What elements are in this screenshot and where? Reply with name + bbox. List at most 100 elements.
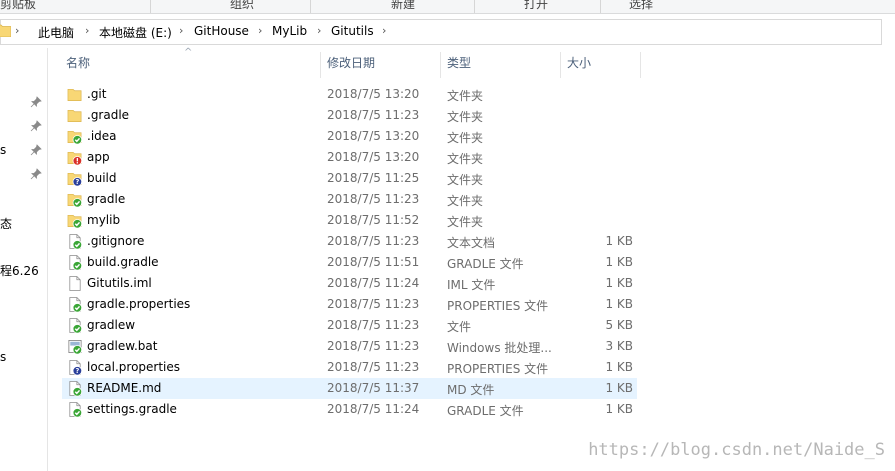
file-date: 2018/7/5 11:23 bbox=[327, 360, 420, 374]
ribbon-divider bbox=[310, 0, 311, 13]
breadcrumb-githouse[interactable]: GitHouse bbox=[194, 24, 249, 38]
column-header-size[interactable]: 大小 bbox=[567, 54, 591, 78]
file-type: MD 文件 bbox=[447, 383, 495, 397]
file-name: .gitignore bbox=[87, 234, 145, 248]
file-name: gradlew bbox=[87, 318, 136, 332]
ribbon-group-organize[interactable]: 组织 bbox=[230, 0, 254, 12]
file-date: 2018/7/5 11:24 bbox=[327, 276, 420, 290]
pin-icon[interactable] bbox=[30, 120, 42, 132]
column-divider[interactable] bbox=[560, 52, 561, 78]
chevron-right-icon[interactable]: › bbox=[382, 24, 386, 37]
chevron-right-icon[interactable]: › bbox=[179, 24, 183, 37]
file-type: PROPERTIES 文件 bbox=[447, 299, 549, 313]
file-date: 2018/7/5 11:23 bbox=[327, 192, 420, 206]
file-row[interactable]: .gitignore 2018/7/5 11:23 文本文档 1 KB bbox=[62, 231, 637, 252]
folder-conflict-icon bbox=[67, 151, 83, 166]
file-row[interactable]: .gradle 2018/7/5 11:23 文件夹 bbox=[62, 105, 637, 126]
file-row[interactable]: gradle 2018/7/5 11:23 文件夹 bbox=[62, 189, 637, 210]
file-row[interactable]: .idea 2018/7/5 13:20 文件夹 bbox=[62, 126, 637, 147]
column-divider[interactable] bbox=[320, 52, 321, 78]
file-name: build bbox=[87, 171, 117, 185]
file-row[interactable]: settings.gradle 2018/7/5 11:24 GRADLE 文件 1 … bbox=[62, 399, 637, 420]
chevron-right-icon[interactable]: › bbox=[317, 24, 321, 37]
nav-item-3[interactable]: 程6.26 bbox=[0, 262, 39, 279]
file-type: Windows 批处理... bbox=[447, 341, 552, 355]
file-row[interactable]: ? local.properties 2018/7/5 11:23 PROPERTIE… bbox=[62, 357, 637, 378]
ribbon-group-open[interactable]: 打开 bbox=[524, 0, 548, 12]
ribbon-group-new[interactable]: 新建 bbox=[391, 0, 415, 12]
ribbon-divider bbox=[600, 0, 601, 13]
file-ok-icon bbox=[69, 234, 83, 250]
file-date: 2018/7/5 11:24 bbox=[327, 402, 420, 416]
file-name: gradle bbox=[87, 192, 126, 206]
watermark: https://blog.csdn.net/Naide_S bbox=[588, 440, 885, 460]
column-header-type[interactable]: 类型 bbox=[447, 54, 471, 78]
chevron-right-icon[interactable]: › bbox=[258, 24, 262, 37]
folder-ok-icon bbox=[67, 193, 83, 208]
file-type: PROPERTIES 文件 bbox=[447, 362, 549, 376]
pin-icon[interactable] bbox=[30, 168, 42, 180]
file-date: 2018/7/5 11:23 bbox=[327, 339, 420, 353]
file-name: .git bbox=[87, 87, 107, 101]
file-icon bbox=[69, 276, 81, 291]
file-size: 3 KB bbox=[605, 339, 633, 353]
file-size: 1 KB bbox=[605, 297, 633, 311]
file-date: 2018/7/5 11:51 bbox=[327, 255, 420, 269]
file-type: 文件夹 bbox=[447, 110, 484, 124]
ribbon: 剪贴板 组织 新建 打开 选择 bbox=[0, 0, 895, 14]
pin-icon[interactable] bbox=[30, 144, 42, 156]
file-ok-icon bbox=[69, 255, 83, 271]
column-header-date[interactable]: 修改日期 bbox=[327, 54, 375, 78]
ribbon-group-clipboard[interactable]: 剪贴板 bbox=[0, 0, 36, 12]
file-row[interactable]: build.gradle 2018/7/5 11:51 GRADLE 文件 1 KB bbox=[62, 252, 637, 273]
file-row[interactable]: mylib 2018/7/5 11:52 文件夹 bbox=[62, 210, 637, 231]
file-row[interactable]: Gitutils.iml 2018/7/5 11:24 IML 文件 1 KB bbox=[62, 273, 637, 294]
file-row[interactable]: ? build 2018/7/5 11:25 文件夹 bbox=[62, 168, 637, 189]
file-date: 2018/7/5 11:52 bbox=[327, 213, 420, 227]
file-name: build.gradle bbox=[87, 255, 159, 269]
file-date: 2018/7/5 11:37 bbox=[327, 381, 420, 395]
nav-item-4[interactable]: s bbox=[0, 350, 6, 364]
file-name: app bbox=[87, 150, 110, 164]
file-row[interactable]: gradle.properties 2018/7/5 11:23 PROPERTIE… bbox=[62, 294, 637, 315]
file-type: 文件 bbox=[447, 320, 472, 334]
file-ok-icon bbox=[69, 381, 83, 397]
folder-ok-icon bbox=[67, 214, 83, 229]
folder-unversioned-icon: ? bbox=[67, 172, 83, 187]
file-type: 文件夹 bbox=[447, 131, 484, 145]
file-row[interactable]: .git 2018/7/5 13:20 文件夹 bbox=[62, 84, 637, 105]
file-size: 1 KB bbox=[605, 360, 633, 374]
breadcrumb-this-pc[interactable]: 此电脑 bbox=[38, 24, 74, 41]
file-name: README.md bbox=[87, 381, 162, 395]
address-bar[interactable]: › 此电脑 › 本地磁盘 (E:) › GitHouse › MyLib › G… bbox=[0, 19, 882, 45]
file-row[interactable]: README.md 2018/7/5 11:37 MD 文件 1 KB bbox=[62, 378, 637, 399]
svg-text:?: ? bbox=[75, 367, 79, 375]
column-divider[interactable] bbox=[640, 52, 641, 78]
column-divider[interactable] bbox=[440, 52, 441, 78]
chevron-right-icon[interactable]: › bbox=[85, 24, 89, 37]
file-name: local.properties bbox=[87, 360, 181, 374]
nav-item-1[interactable]: s bbox=[0, 143, 6, 157]
breadcrumb-local-disk[interactable]: 本地磁盘 (E:) bbox=[99, 24, 172, 41]
file-row[interactable]: gradlew 2018/7/5 11:23 文件 5 KB bbox=[62, 315, 637, 336]
file-ok-icon bbox=[69, 297, 83, 313]
ribbon-group-select[interactable]: 选择 bbox=[629, 0, 653, 12]
svg-text:?: ? bbox=[75, 178, 79, 186]
file-name: settings.gradle bbox=[87, 402, 177, 416]
chevron-right-icon[interactable]: › bbox=[15, 24, 19, 37]
file-row[interactable]: app 2018/7/5 13:20 文件夹 bbox=[62, 147, 637, 168]
file-row[interactable]: gradlew.bat 2018/7/5 11:23 Windows 批处理... 3… bbox=[62, 336, 637, 357]
file-ok-icon bbox=[69, 318, 83, 334]
file-date: 2018/7/5 11:23 bbox=[327, 318, 420, 332]
file-type: 文件夹 bbox=[447, 173, 484, 187]
ribbon-divider bbox=[150, 0, 151, 13]
folder-icon bbox=[0, 24, 11, 37]
column-header-name[interactable]: 名称 bbox=[66, 54, 90, 78]
file-size: 1 KB bbox=[605, 276, 633, 290]
breadcrumb-gitutils[interactable]: Gitutils bbox=[331, 24, 374, 38]
nav-item-2[interactable]: 态 bbox=[0, 215, 12, 232]
file-size: 1 KB bbox=[605, 234, 633, 248]
file-date: 2018/7/5 13:20 bbox=[327, 129, 420, 143]
breadcrumb-mylib[interactable]: MyLib bbox=[272, 24, 307, 38]
pin-icon[interactable] bbox=[30, 96, 42, 108]
